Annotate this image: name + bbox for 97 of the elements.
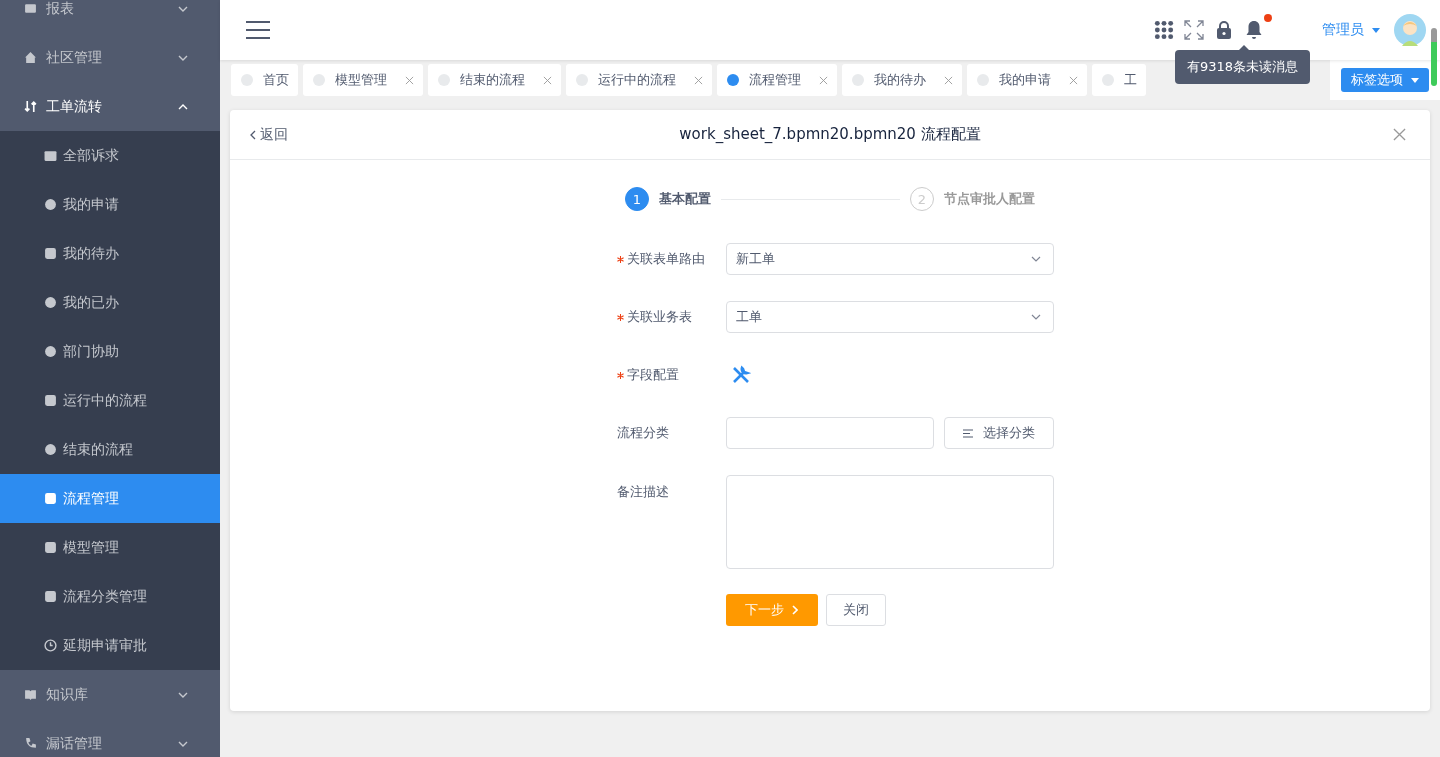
tab[interactable]: 模型管理 xyxy=(303,64,423,96)
square-icon xyxy=(44,541,57,554)
submenu-item[interactable]: 延期申请审批 xyxy=(0,621,220,670)
close-icon[interactable] xyxy=(819,75,828,85)
submenu-item[interactable]: 我的申请 xyxy=(0,180,220,229)
field-label: 流程分类 xyxy=(616,424,669,442)
square-icon xyxy=(44,247,57,260)
menu-label: 工单流转 xyxy=(46,97,103,116)
submenu-label: 部门协助 xyxy=(63,342,119,361)
submenu-label: 我的待办 xyxy=(63,244,119,263)
submenu-label: 流程分类管理 xyxy=(63,587,147,606)
menu-item[interactable]: 工单流转 xyxy=(0,82,220,131)
scrollbar[interactable] xyxy=(1431,28,1437,86)
bell-icon[interactable] xyxy=(1244,20,1264,40)
fullscreen-icon[interactable] xyxy=(1184,20,1204,40)
category-input[interactable] xyxy=(725,417,934,449)
phone-icon xyxy=(24,737,37,750)
close-icon[interactable] xyxy=(944,75,953,85)
step-number: 1 xyxy=(625,187,649,211)
lock-icon[interactable] xyxy=(1214,20,1234,40)
field-label: 字段配置 xyxy=(626,366,679,384)
user-menu[interactable]: 管理员 xyxy=(1322,21,1380,39)
avatar[interactable] xyxy=(1394,14,1426,46)
submenu-item[interactable]: 部门协助 xyxy=(0,327,220,376)
step-label: 节点审批人配置 xyxy=(944,190,1035,208)
close-icon[interactable] xyxy=(543,75,552,85)
submenu-item[interactable]: 我的已办 xyxy=(0,278,220,327)
circle-icon xyxy=(44,296,57,309)
menu-item[interactable]: 知识库 xyxy=(0,670,220,719)
submenu-label: 结束的流程 xyxy=(63,440,133,459)
folder-icon xyxy=(44,149,57,162)
clock-icon xyxy=(44,639,57,652)
tab[interactable]: 首页 xyxy=(231,64,298,96)
close-icon[interactable] xyxy=(405,75,414,85)
square-icon xyxy=(44,492,57,505)
submenu-item[interactable]: 结束的流程 xyxy=(0,425,220,474)
menu-item[interactable]: 社区管理 xyxy=(0,33,220,82)
submenu-label: 我的已办 xyxy=(63,293,119,312)
tools-icon[interactable] xyxy=(730,365,751,385)
menu-label: 社区管理 xyxy=(46,48,103,67)
back-link[interactable]: 返回 xyxy=(250,125,288,144)
submenu-label: 延期申请审批 xyxy=(63,636,147,655)
close-icon[interactable] xyxy=(1069,75,1078,85)
description-field[interactable] xyxy=(725,475,1054,569)
caret-icon xyxy=(1411,77,1419,83)
submenu-item[interactable]: 流程管理 xyxy=(0,474,220,523)
submenu-label: 运行中的流程 xyxy=(63,391,147,410)
close-icon[interactable] xyxy=(1393,128,1406,141)
tab[interactable]: 流程管理 xyxy=(717,64,837,96)
panel-title: work_sheet_7.bpmn20.bpmn20 流程配置 xyxy=(679,125,981,144)
submenu-label: 我的申请 xyxy=(63,195,119,214)
submenu-item[interactable]: 流程分类管理 xyxy=(0,572,220,621)
chevron-right-icon xyxy=(792,605,798,615)
square-icon xyxy=(44,590,57,603)
swap-icon xyxy=(24,100,37,113)
menu-item[interactable]: 报表 xyxy=(0,0,220,33)
tab[interactable]: 我的待办 xyxy=(842,64,962,96)
select-field[interactable]: 新工单 xyxy=(725,243,1054,275)
submenu-item[interactable]: 全部诉求 xyxy=(0,131,220,180)
book-icon xyxy=(24,688,37,701)
tab[interactable]: 运行中的流程 xyxy=(566,64,712,96)
submenu-item[interactable]: 模型管理 xyxy=(0,523,220,572)
apps-grid-icon[interactable] xyxy=(1154,20,1174,40)
select-field[interactable]: 工单 xyxy=(725,301,1054,333)
circle-icon xyxy=(44,443,57,456)
menu-label: 知识库 xyxy=(46,685,89,704)
notification-tooltip: 有9318条未读消息 xyxy=(1175,50,1311,84)
select-category-button[interactable]: 选择分类 xyxy=(943,417,1054,449)
close-button[interactable]: 关闭 xyxy=(825,594,886,626)
submenu-item[interactable]: 我的待办 xyxy=(0,229,220,278)
submenu-label: 模型管理 xyxy=(63,538,119,557)
caret-icon xyxy=(1372,27,1380,33)
step-label: 基本配置 xyxy=(659,190,711,208)
close-icon[interactable] xyxy=(694,75,703,85)
field-label: 备注描述 xyxy=(616,483,669,501)
square-icon xyxy=(44,394,57,407)
field-label: 关联表单路由 xyxy=(626,250,705,268)
home-icon xyxy=(24,51,37,64)
menu-label: 报表 xyxy=(46,0,75,18)
menu-label: 漏话管理 xyxy=(46,734,103,753)
chevron-down-icon xyxy=(1030,314,1041,320)
submenu-label: 流程管理 xyxy=(63,489,119,508)
submenu-label: 全部诉求 xyxy=(63,146,119,165)
field-label: 关联业务表 xyxy=(626,308,692,326)
tab-options-button[interactable]: 标签选项 xyxy=(1341,68,1429,92)
tab[interactable]: 结束的流程 xyxy=(428,64,561,96)
tab[interactable]: 工 xyxy=(1092,64,1146,96)
menu-icon[interactable] xyxy=(246,21,270,39)
menu-item[interactable]: 漏话管理 xyxy=(0,719,220,757)
list-icon xyxy=(962,428,973,438)
chevron-down-icon xyxy=(1030,256,1041,262)
document-icon xyxy=(24,2,37,15)
chevron-left-icon xyxy=(250,129,256,140)
circle-icon xyxy=(44,198,57,211)
submenu-item[interactable]: 运行中的流程 xyxy=(0,376,220,425)
circle-icon xyxy=(44,345,57,358)
tab[interactable]: 我的申请 xyxy=(967,64,1087,96)
